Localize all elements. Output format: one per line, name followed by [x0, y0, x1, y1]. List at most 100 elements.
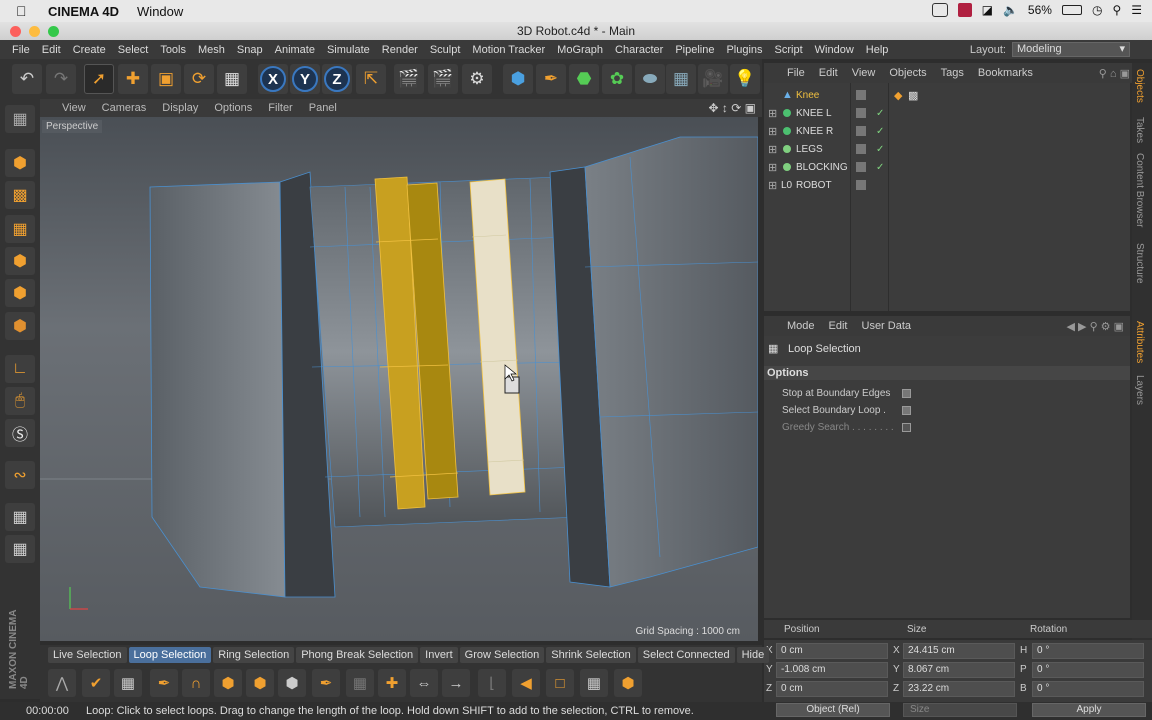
camera-label[interactable]: Perspective	[42, 120, 103, 133]
locked-workplane-icon[interactable]: ▦	[5, 503, 35, 531]
menu-mesh[interactable]: Mesh	[192, 44, 231, 56]
viewport-nav-icons[interactable]: ✥ ↕ ⟳ ▣	[709, 101, 756, 115]
knife-tool-icon[interactable]: ✔	[82, 669, 110, 697]
objects-menu-objects[interactable]: Objects	[882, 67, 933, 79]
menu-simulate[interactable]: Simulate	[321, 44, 376, 56]
model-mode-icon[interactable]: ⬢	[5, 149, 35, 177]
rot-p-field[interactable]: 0 °	[1032, 662, 1144, 678]
rotate-tool-icon[interactable]: ⟳	[184, 64, 214, 94]
recent-tools-icon[interactable]: ▦	[217, 64, 247, 94]
light-icon[interactable]: 💡	[730, 64, 760, 94]
objects-menu-view[interactable]: View	[845, 67, 883, 79]
tweak-mode-icon[interactable]: 🖱	[5, 387, 35, 415]
wifi-icon[interactable]: ◪	[982, 3, 993, 17]
plane-cut-icon[interactable]: ▦	[114, 669, 142, 697]
app-tray-icon[interactable]	[957, 3, 972, 17]
menu-select[interactable]: Select	[112, 44, 155, 56]
object-row-knee[interactable]: ▲ Knee ◆ ▩	[764, 86, 1130, 104]
menu-character[interactable]: Character	[609, 44, 669, 56]
objects-menu-file[interactable]: File	[780, 67, 812, 79]
menu-render[interactable]: Render	[376, 44, 424, 56]
viewport-menu-cameras[interactable]: Cameras	[94, 102, 155, 114]
viewport-menu-filter[interactable]: Filter	[260, 102, 300, 114]
close-window-button[interactable]	[10, 26, 21, 37]
size-mode-dropdown[interactable]: Size	[903, 703, 1017, 717]
create-polygon-icon[interactable]: ✒	[312, 669, 340, 697]
solo-icon[interactable]: Ⓢ	[5, 419, 35, 447]
tab-hide[interactable]: Hide	[736, 646, 770, 663]
visibility-tag[interactable]	[856, 144, 866, 154]
selection-tag-icon[interactable]: ◆	[894, 89, 902, 102]
viewport-3d[interactable]: Perspective Grid Spacing : 1000 cm	[40, 117, 758, 641]
cloner-icon[interactable]: ✿	[602, 64, 632, 94]
tab-content-browser[interactable]: Content Browser	[1134, 153, 1145, 227]
line-cut-icon[interactable]: ⋀	[48, 669, 76, 697]
visibility-tag[interactable]	[856, 126, 866, 136]
dissolve-icon[interactable]: ⬢	[614, 669, 642, 697]
apple-icon[interactable]: 	[16, 3, 34, 19]
object-row-knee-r[interactable]: ⊞ KNEE R ✓	[764, 122, 1130, 140]
y-axis-lock-button[interactable]: Y	[290, 64, 320, 94]
stop-at-boundary-checkbox[interactable]	[902, 389, 911, 398]
enabled-check-icon[interactable]: ✓	[876, 108, 884, 119]
select-boundary-loop-checkbox[interactable]	[902, 406, 911, 415]
iron-icon[interactable]: ⌊	[478, 669, 506, 697]
z-axis-lock-button[interactable]: Z	[322, 64, 352, 94]
render-view-icon[interactable]: 🎬	[394, 64, 424, 94]
objects-menu-tags[interactable]: Tags	[934, 67, 971, 79]
slide-icon[interactable]: ⇔	[410, 669, 438, 697]
snap-icon[interactable]: ∾	[5, 461, 35, 489]
expand-icon[interactable]: ⊞	[768, 143, 777, 156]
pos-z-field[interactable]: 0 cm	[776, 681, 888, 697]
menu-sculpt[interactable]: Sculpt	[424, 44, 467, 56]
planar-workplane-icon[interactable]: ▦	[5, 535, 35, 563]
render-settings-icon[interactable]: ⚙	[462, 64, 492, 94]
subdivision-surface-icon[interactable]: ⬣	[569, 64, 599, 94]
object-row-legs[interactable]: ⊞ LEGS ✓	[764, 140, 1130, 158]
objects-menu-bookmarks[interactable]: Bookmarks	[971, 67, 1040, 79]
cube-object-icon[interactable]: ⬢	[503, 64, 533, 94]
screen-record-icon[interactable]	[931, 3, 948, 17]
axis-mode-icon[interactable]: ∟	[5, 355, 35, 383]
enabled-check-icon[interactable]: ✓	[876, 144, 884, 155]
brush-tool-icon[interactable]: ✒	[150, 669, 178, 697]
tab-layers[interactable]: Layers	[1134, 375, 1145, 405]
make-editable-icon[interactable]: ▦	[5, 105, 35, 133]
options-section-header[interactable]: Options	[764, 366, 1130, 380]
menu-animate[interactable]: Animate	[269, 44, 321, 56]
checker-tag-icon[interactable]: ▩	[908, 89, 918, 102]
rot-b-field[interactable]: 0 °	[1032, 681, 1144, 697]
render-picture-viewer-icon[interactable]: 🎬	[428, 64, 458, 94]
menu-plugins[interactable]: Plugins	[720, 44, 768, 56]
menu-list-icon[interactable]: ☰	[1131, 3, 1142, 17]
set-point-value-icon[interactable]: □	[546, 669, 574, 697]
edges-mode-icon[interactable]: ⬢	[5, 279, 35, 307]
apply-button[interactable]: Apply	[1032, 703, 1146, 717]
visibility-tag[interactable]	[856, 108, 866, 118]
menu-tools[interactable]: Tools	[154, 44, 192, 56]
magnet-tool-icon[interactable]: ∩	[182, 669, 210, 697]
size-y-field[interactable]: 8.067 cm	[903, 662, 1015, 678]
tab-phong-break-selection[interactable]: Phong Break Selection	[296, 646, 419, 663]
rot-h-field[interactable]: 0 °	[1032, 643, 1144, 659]
bevel-icon[interactable]: ⬢	[278, 669, 306, 697]
viewport-menu-display[interactable]: Display	[154, 102, 206, 114]
greedy-search-checkbox[interactable]	[902, 423, 911, 432]
size-x-field[interactable]: 24.415 cm	[903, 643, 1015, 659]
polygons-mode-icon[interactable]: ⬢	[5, 312, 35, 340]
menu-motion-tracker[interactable]: Motion Tracker	[466, 44, 551, 56]
weld-icon[interactable]: ✚	[378, 669, 406, 697]
menu-file[interactable]: File	[6, 44, 36, 56]
deformer-icon[interactable]: ⬬	[635, 64, 665, 94]
objects-menu-edit[interactable]: Edit	[812, 67, 845, 79]
battery-icon[interactable]	[1061, 5, 1082, 15]
pos-x-field[interactable]: 0 cm	[776, 643, 888, 659]
tab-attributes[interactable]: Attributes	[1134, 321, 1145, 363]
menu-create[interactable]: Create	[67, 44, 112, 56]
attributes-nav-icons[interactable]: ◀ ▶ ⚲ ⚙ ▣	[1067, 320, 1124, 333]
coordinate-mode-dropdown[interactable]: Object (Rel)	[776, 703, 890, 717]
coordinate-system-icon[interactable]: ⇱	[356, 64, 386, 94]
object-row-knee-l[interactable]: ⊞ KNEE L ✓	[764, 104, 1130, 122]
texture-mode-icon[interactable]: ▩	[5, 181, 35, 209]
tab-takes[interactable]: Takes	[1134, 117, 1145, 143]
